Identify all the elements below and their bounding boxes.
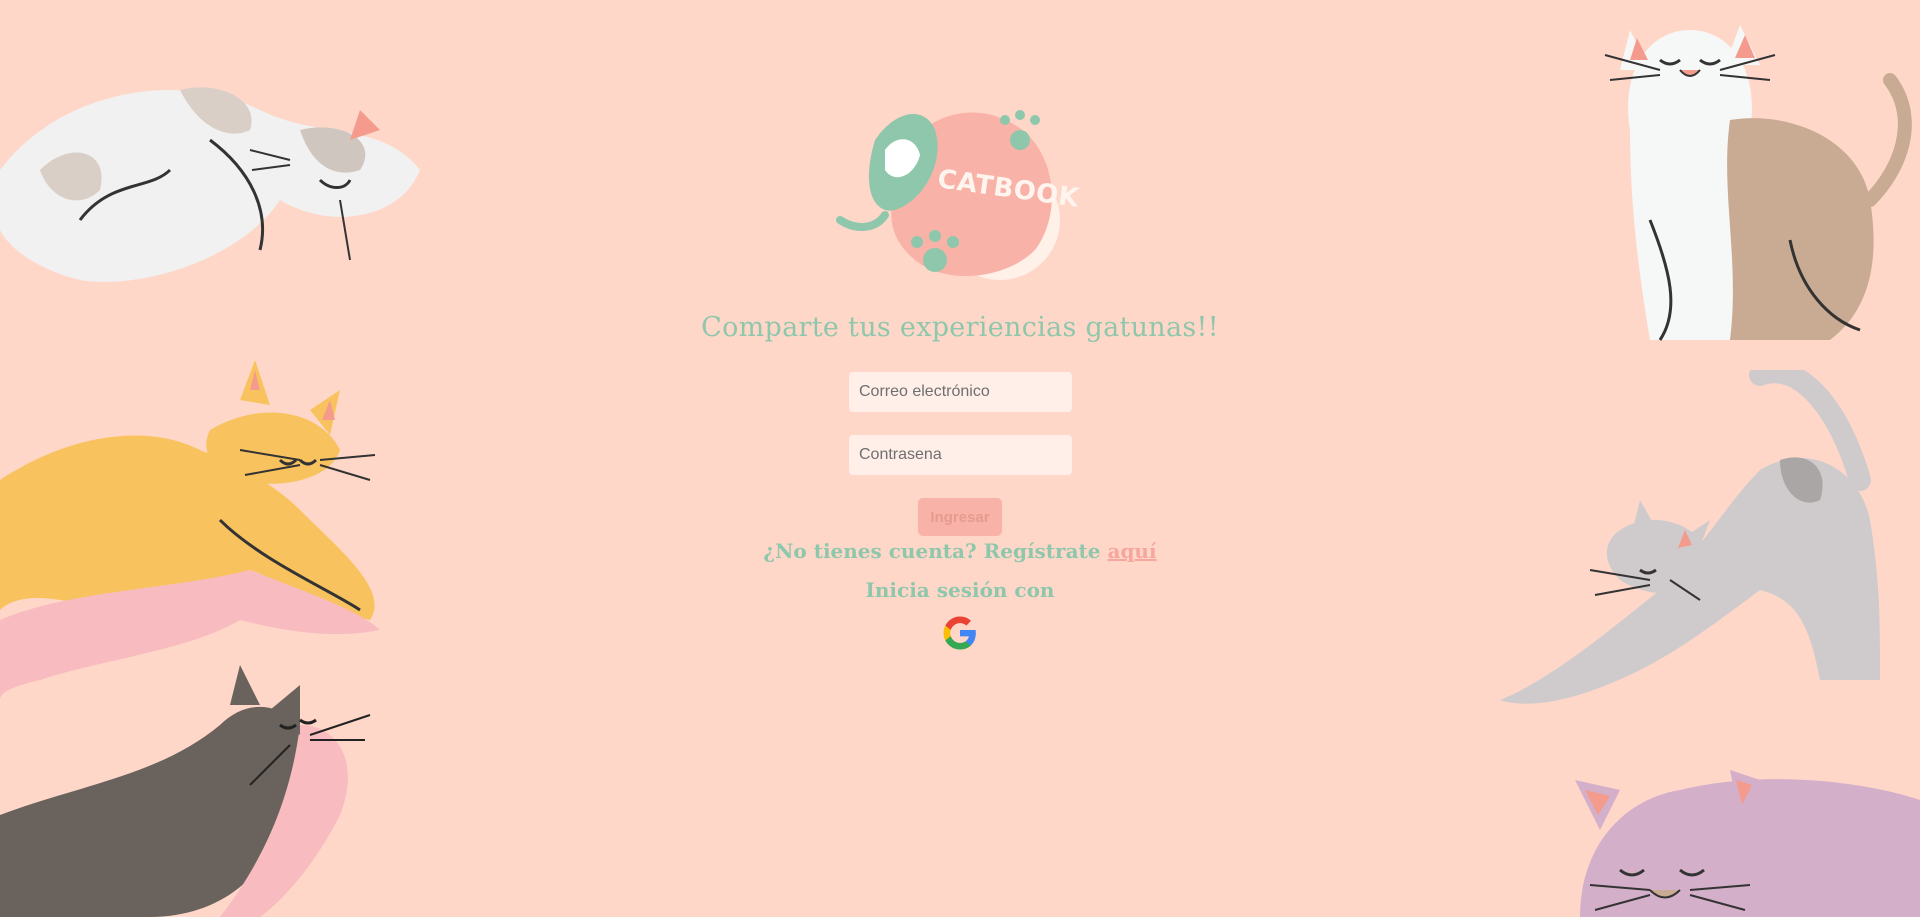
email-field[interactable] bbox=[849, 372, 1072, 412]
cat-illustration-top-right bbox=[1604, 25, 1912, 341]
cat-illustration-bottom-right bbox=[1575, 770, 1920, 917]
login-button[interactable]: Ingresar bbox=[918, 498, 1002, 536]
signup-prompt: ¿No tienes cuenta? Regístrate aquí bbox=[0, 539, 1920, 563]
page-headline: Comparte tus experiencias gatunas!! bbox=[701, 312, 1219, 343]
google-icon[interactable] bbox=[942, 615, 978, 651]
social-login-label: Inicia sesión con bbox=[865, 578, 1055, 602]
signup-link[interactable]: aquí bbox=[1107, 539, 1156, 563]
cat-illustration-top-left bbox=[0, 87, 420, 282]
signup-prompt-text: ¿No tienes cuenta? Regístrate bbox=[763, 539, 1101, 563]
cat-illustration-bottom-left bbox=[0, 665, 371, 917]
password-field[interactable] bbox=[849, 435, 1072, 475]
catbook-logo: CATBOOK bbox=[835, 100, 1085, 290]
